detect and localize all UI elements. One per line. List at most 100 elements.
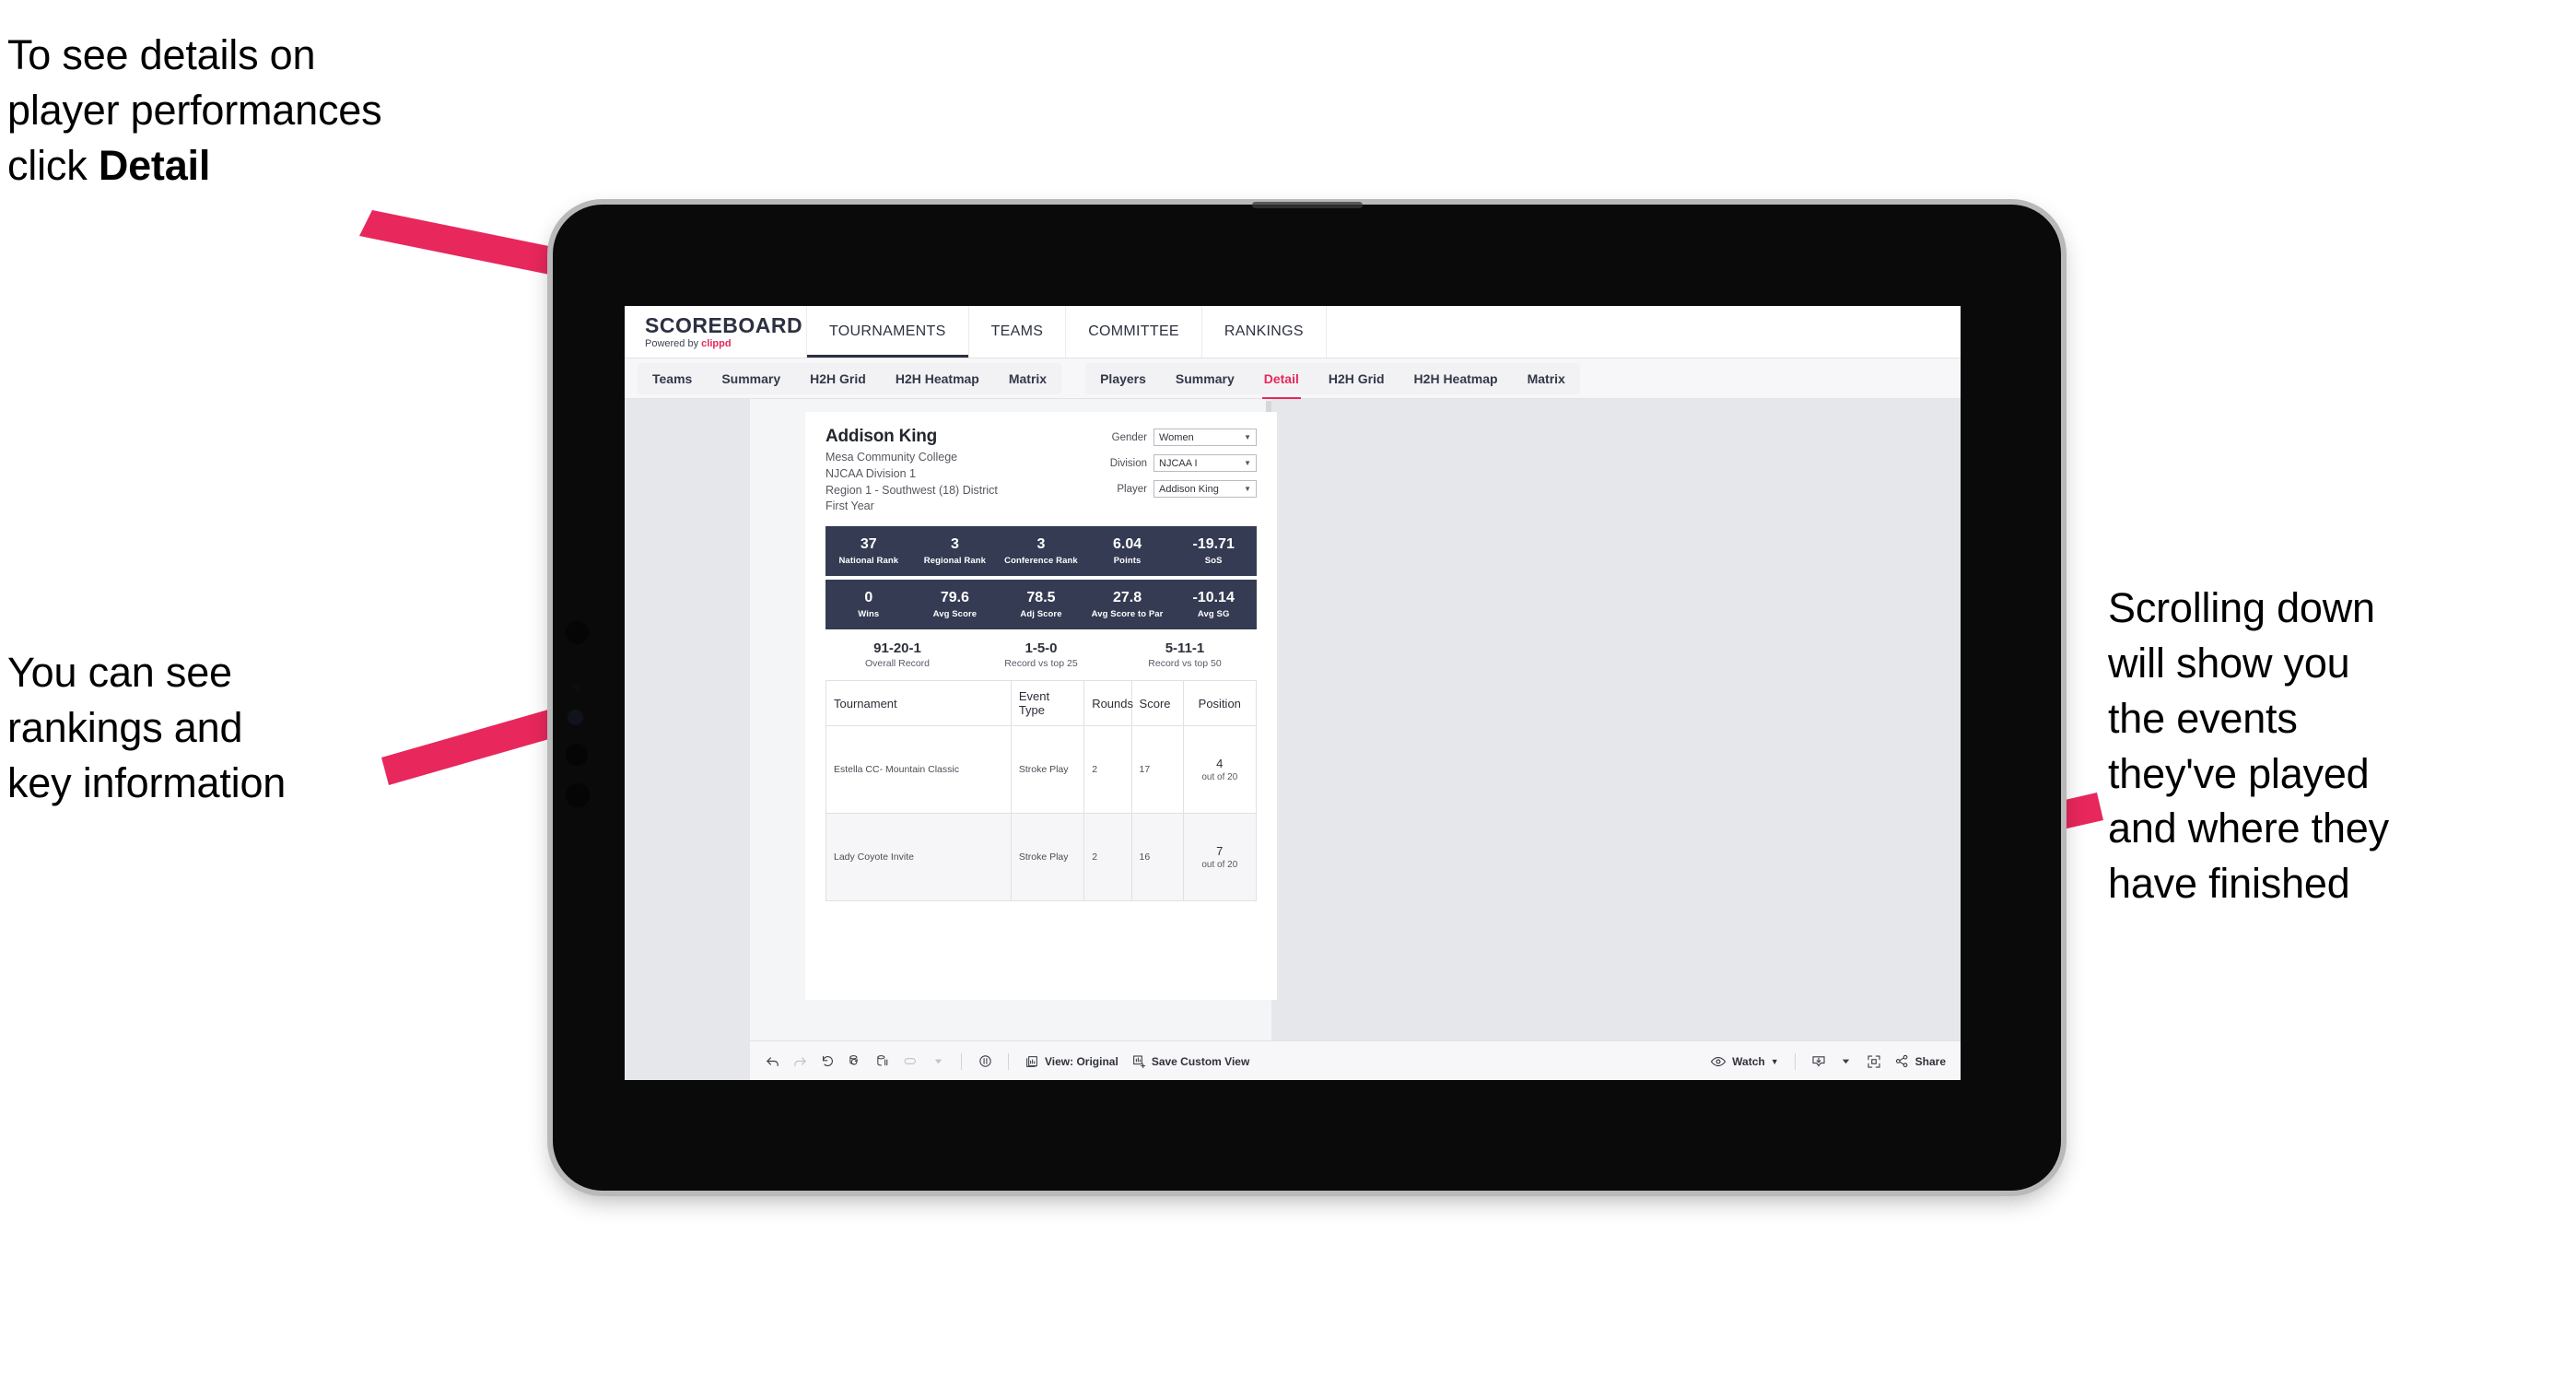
filter-division: Division NJCAA I ▼	[1110, 454, 1257, 472]
stat-label: Regional Rank	[923, 556, 987, 567]
device-speaker	[1251, 202, 1363, 208]
stat-label: SoS	[1204, 556, 1223, 567]
brand-title: SCOREBOARD	[645, 312, 803, 337]
tab-players-detail[interactable]: Detail	[1249, 363, 1314, 399]
tab-teams-summary[interactable]: Summary	[707, 363, 795, 394]
stat-regional-rank: 3 Regional Rank	[912, 536, 999, 566]
tab-teams-h2h-grid[interactable]: H2H Grid	[795, 363, 881, 394]
record-value: 5-11-1	[1165, 640, 1205, 656]
loop-dropdown-icon[interactable]	[925, 1049, 951, 1075]
watch-label: Watch	[1732, 1054, 1765, 1068]
tab-teams-matrix[interactable]: Matrix	[994, 363, 1061, 394]
stat-value: -19.71	[1192, 535, 1235, 552]
cell-position: 7 out of 20	[1182, 813, 1258, 901]
player-region: Region 1 - Southwest (18) District	[825, 483, 998, 497]
stat-value: 27.8	[1113, 589, 1142, 605]
cell-rounds: 2	[1083, 725, 1132, 814]
share-button[interactable]: Share	[1889, 1053, 1951, 1069]
record-top25: 1-5-0 Record vs top 25	[969, 640, 1113, 669]
download-icon[interactable]	[1806, 1049, 1832, 1075]
chevron-down-icon: ▼	[1244, 485, 1251, 493]
watch-button[interactable]: Watch ▼	[1704, 1053, 1784, 1070]
nav-item-rankings[interactable]: RANKINGS	[1202, 306, 1327, 358]
tab-teams[interactable]: Teams	[638, 363, 707, 394]
tab-players-matrix[interactable]: Matrix	[1513, 363, 1580, 394]
stat-label: Avg SG	[1197, 609, 1230, 620]
eye-icon	[1710, 1053, 1727, 1070]
tab-group-teams: Teams Summary H2H Grid H2H Heatmap Matri…	[638, 362, 1062, 394]
position-value: 4	[1216, 757, 1224, 770]
loop-icon[interactable]	[897, 1049, 923, 1075]
col-score[interactable]: Score	[1130, 680, 1184, 726]
chevron-down-icon: ▼	[1244, 433, 1251, 441]
pause-auto-update-icon[interactable]	[972, 1049, 998, 1075]
toolbar-divider	[1794, 1052, 1796, 1070]
filter-gender-select[interactable]: Women ▼	[1153, 429, 1257, 446]
view-original-button[interactable]: View: Original	[1019, 1054, 1124, 1069]
stat-value: -10.14	[1192, 589, 1235, 605]
col-rounds[interactable]: Rounds	[1083, 680, 1133, 726]
cell-rounds: 2	[1083, 813, 1132, 901]
stat-conference-rank: 3 Conference Rank	[998, 536, 1084, 566]
undo-icon[interactable]	[759, 1049, 785, 1075]
main-nav: TOURNAMENTS TEAMS COMMITTEE RANKINGS	[807, 306, 1327, 358]
player-division: NJCAA Division 1	[825, 466, 916, 480]
filter-player-select[interactable]: Addison King ▼	[1153, 480, 1257, 498]
device-lens-icon	[568, 710, 583, 725]
nav-item-teams[interactable]: TEAMS	[969, 306, 1067, 358]
stat-value: 0	[864, 589, 873, 605]
stat-value: 78.5	[1026, 589, 1056, 605]
share-label: Share	[1914, 1054, 1946, 1068]
filter-gender-label: Gender	[1111, 431, 1147, 443]
stat-avg-sg: -10.14 Avg SG	[1170, 590, 1257, 619]
events-table: Tournament Event Type Rounds Score Posit…	[825, 680, 1258, 901]
stat-label: Avg Score	[932, 609, 978, 620]
redo-icon[interactable]	[787, 1049, 813, 1075]
player-year: First Year	[825, 499, 874, 513]
callout-scrolling: Scrolling down will show you the events …	[2108, 584, 2389, 908]
revert-icon[interactable]	[814, 1049, 840, 1075]
stat-sos: -19.71 SoS	[1170, 536, 1257, 566]
filter-player: Player Addison King ▼	[1110, 480, 1257, 498]
dashboard-sheet: Addison King Mesa Community College NJCA…	[750, 399, 1277, 1040]
stat-label: Wins	[858, 609, 880, 620]
col-tournament[interactable]: Tournament	[825, 680, 1012, 726]
record-top50: 5-11-1 Record vs top 50	[1113, 640, 1257, 669]
nav-item-tournaments[interactable]: TOURNAMENTS	[807, 306, 969, 358]
tab-players-h2h-grid[interactable]: H2H Grid	[1314, 363, 1399, 394]
download-dropdown-icon[interactable]	[1833, 1049, 1859, 1075]
brand-powered-name: clippd	[701, 337, 732, 349]
nav-item-committee[interactable]: COMMITTEE	[1066, 306, 1202, 358]
stat-avg-score: 79.6 Avg Score	[912, 590, 999, 619]
col-position[interactable]: Position	[1182, 680, 1258, 726]
table-row[interactable]: Lady Coyote Invite Stroke Play 2 16 7 ou…	[825, 813, 1258, 901]
stat-points: 6.04 Points	[1084, 536, 1171, 566]
callout-detail: To see details on player performances cl…	[7, 28, 615, 194]
save-custom-view-button[interactable]: Save Custom View	[1126, 1054, 1256, 1069]
pause-data-icon[interactable]	[870, 1049, 896, 1075]
player-identity: Addison King Mesa Community College NJCA…	[825, 427, 998, 515]
cell-position: 4 out of 20	[1182, 725, 1258, 814]
brand-logo[interactable]: SCOREBOARD Powered by clippd	[625, 306, 807, 358]
stat-value: 79.6	[940, 589, 969, 605]
tab-players[interactable]: Players	[1085, 363, 1161, 394]
stat-value: 6.04	[1113, 535, 1142, 552]
tab-players-summary[interactable]: Summary	[1161, 363, 1249, 394]
table-row[interactable]: Estella CC- Mountain Classic Stroke Play…	[825, 725, 1258, 814]
callout-rankings: You can see rankings and key information	[7, 649, 287, 806]
col-event-type[interactable]: Event Type	[1010, 680, 1085, 726]
tab-players-h2h-heatmap[interactable]: H2H Heatmap	[1399, 363, 1513, 394]
stat-value: 3	[950, 535, 959, 552]
fullscreen-icon[interactable]	[1861, 1049, 1887, 1075]
player-meta: Mesa Community College NJCAA Division 1 …	[825, 450, 998, 515]
record-label: Overall Record	[864, 658, 931, 669]
refresh-data-icon[interactable]	[842, 1049, 868, 1075]
callout-detail-bold: Detail	[98, 141, 211, 189]
stat-label: Avg Score to Par	[1091, 609, 1164, 620]
stat-value: 37	[860, 535, 877, 552]
chevron-down-icon: ▼	[1770, 1056, 1779, 1066]
save-view-icon	[1131, 1054, 1146, 1069]
position-value: 7	[1216, 844, 1224, 858]
tab-teams-h2h-heatmap[interactable]: H2H Heatmap	[881, 363, 994, 394]
filter-division-select[interactable]: NJCAA I ▼	[1153, 454, 1257, 472]
